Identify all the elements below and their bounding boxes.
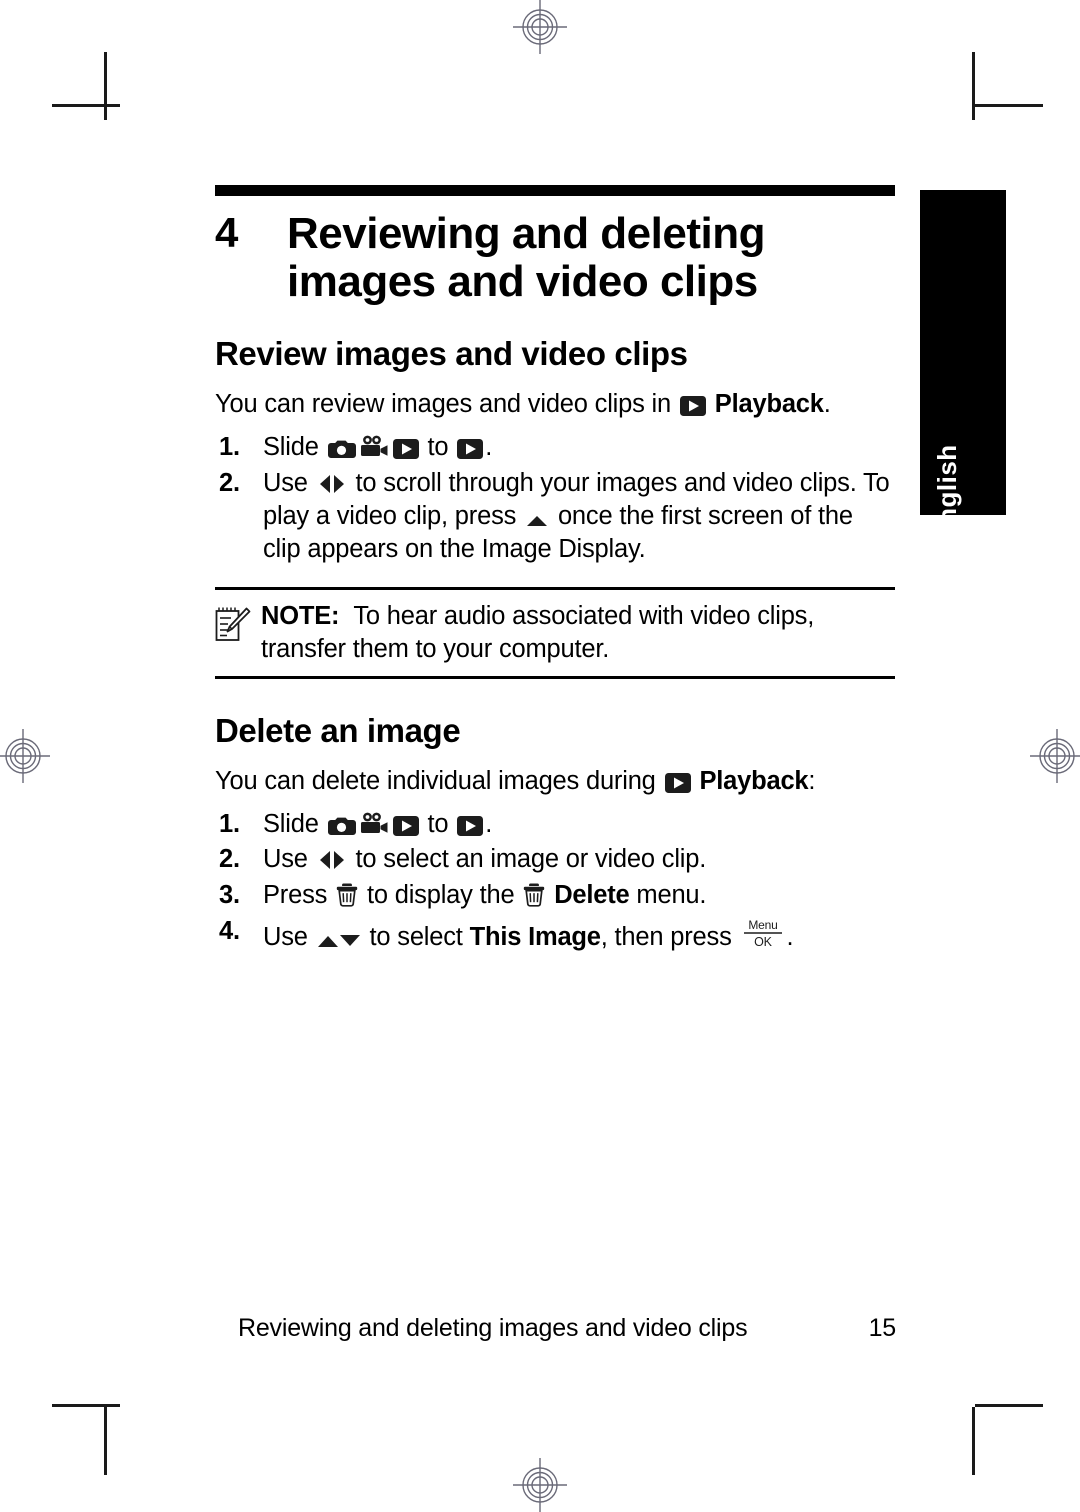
left-right-arrows-icon [317,473,347,495]
playback-icon [457,815,484,836]
trash-icon [523,882,545,907]
step-number: 1. [219,432,240,461]
step-text: Use to select an image or video clip. [263,845,707,874]
intro-bold-playback: Playback [714,390,824,419]
svg-text:Menu: Menu [748,918,777,932]
playback-icon [664,772,691,793]
chapter-number: 4 [215,209,238,256]
step-item: 4. Use to select This Image, then press M… [215,915,895,954]
playback-icon [457,438,484,459]
chapter-title-line-2: images and video clips [287,256,758,306]
step-item: 2. Use to scroll through your images and … [215,467,895,566]
registration-mark-left [0,729,50,783]
menu-ok-icon: Menu OK [741,915,785,949]
note-label: NOTE: [261,602,340,631]
section-intro-review: You can review images and video clips in… [215,388,895,421]
step-number: 2. [219,468,240,497]
chapter-title-line-1: Reviewing and deleting [287,209,765,258]
still-camera-icon [327,815,356,836]
step-number: 1. [219,809,240,838]
emphasis-text: This Image [469,923,601,952]
notepad-pencil-icon [215,600,261,649]
crop-mark-bottom-left-horizontal [52,1404,120,1407]
section-intro-delete: You can delete individual images during … [215,765,895,798]
registration-mark-bottom [513,1458,567,1512]
step-text: Slide to . [263,432,493,461]
page-footer: Reviewing and deleting images and video … [238,1314,896,1343]
note-text: NOTE: To hear audio associated with video… [261,600,895,665]
crop-mark-top-right-vertical [972,52,975,120]
intro-text-before: You can delete individual images during [215,766,656,795]
crop-mark-top-left-horizontal [52,104,120,107]
crop-mark-top-right-horizontal [975,104,1043,107]
up-down-arrows-icon [317,933,361,949]
crop-mark-bottom-right-vertical [972,1407,975,1475]
playback-icon [679,396,706,417]
up-arrow-icon [525,514,549,528]
step-number: 3. [219,881,240,910]
steps-list-review: 1. Slide to . 2. Use to scroll through your… [215,431,895,566]
step-text: Use to select This Image, then press Men… [263,915,895,954]
emphasis-text: Delete [554,881,630,910]
playback-icon [392,438,419,459]
crop-mark-top-left-vertical [104,52,107,120]
step-text: Slide to . [263,809,493,838]
footer-page-number: 15 [868,1314,897,1342]
still-camera-icon [327,438,356,459]
video-camera-icon [360,812,389,836]
language-tab-label: English [932,444,962,542]
section-heading-delete: Delete an image [215,711,461,749]
note-box: NOTE: To hear audio associated with video… [215,587,895,679]
crop-mark-bottom-right-horizontal [975,1404,1043,1407]
page-content: 4 Reviewing and deleting images and vide… [215,185,895,957]
step-item: 1. Slide to . [215,808,895,841]
step-item: 1. Slide to . [215,431,895,464]
language-side-tab: English [920,190,1006,542]
step-text: Use to scroll through your images and vi… [263,468,890,563]
intro-bold-playback: Playback [699,766,809,795]
crop-mark-bottom-left-vertical [104,1407,107,1475]
step-item: 3. Press to display the Delete menu. [215,879,895,912]
footer-text: Reviewing and deleting images and video … [238,1314,748,1342]
playback-icon [392,815,419,836]
step-text: Press to display the Delete menu. [263,881,707,910]
registration-mark-top [513,0,567,54]
left-right-arrows-icon [317,849,347,871]
intro-text-before: You can review images and video clips in [215,390,671,419]
trash-icon [336,882,358,907]
svg-text:OK: OK [754,935,773,949]
step-item: 2. Use to select an image or video clip. [215,843,895,876]
steps-list-delete: 1. Slide to . 2. Use to select an image or … [215,808,895,955]
chapter-title: Reviewing and deleting images and video … [287,210,895,306]
step-number: 4. [219,917,240,946]
video-camera-icon [360,435,389,459]
intro-text-after: : [808,766,816,795]
chapter-rule [215,185,895,196]
registration-mark-right [1030,729,1080,783]
note-body: To hear audio associated with video clip… [261,602,815,664]
chapter-heading: 4 Reviewing and deleting images and vide… [215,210,895,306]
section-heading-review: Review images and video clips [215,334,688,372]
step-number: 2. [219,845,240,874]
intro-text-after: . [823,390,831,419]
